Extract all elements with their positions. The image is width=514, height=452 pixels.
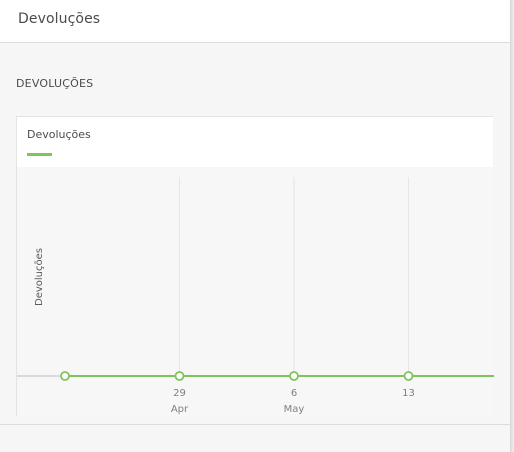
section-title: DEVOLUÇÕES: [16, 77, 94, 90]
data-point[interactable]: [174, 371, 185, 381]
page-header: Devoluções: [0, 0, 510, 43]
data-point[interactable]: [403, 371, 414, 381]
bottom-divider: [0, 424, 510, 425]
data-point[interactable]: [60, 371, 70, 381]
line-chart: Devoluções29Apr6May1320: [17, 177, 494, 415]
data-point[interactable]: [289, 371, 299, 381]
x-tick-month-label: May: [284, 404, 305, 415]
scroll-edge: [510, 0, 514, 452]
page-title: Devoluções: [18, 11, 101, 27]
x-tick-month-label: Apr: [171, 404, 189, 415]
x-tick-label: 29: [173, 388, 186, 399]
x-tick-label: 6: [291, 388, 297, 399]
x-tick-label: 13: [402, 388, 415, 399]
chart-card: Devoluções Devoluções29Apr6May1320: [16, 116, 494, 416]
y-axis-label: Devoluções: [34, 248, 45, 306]
